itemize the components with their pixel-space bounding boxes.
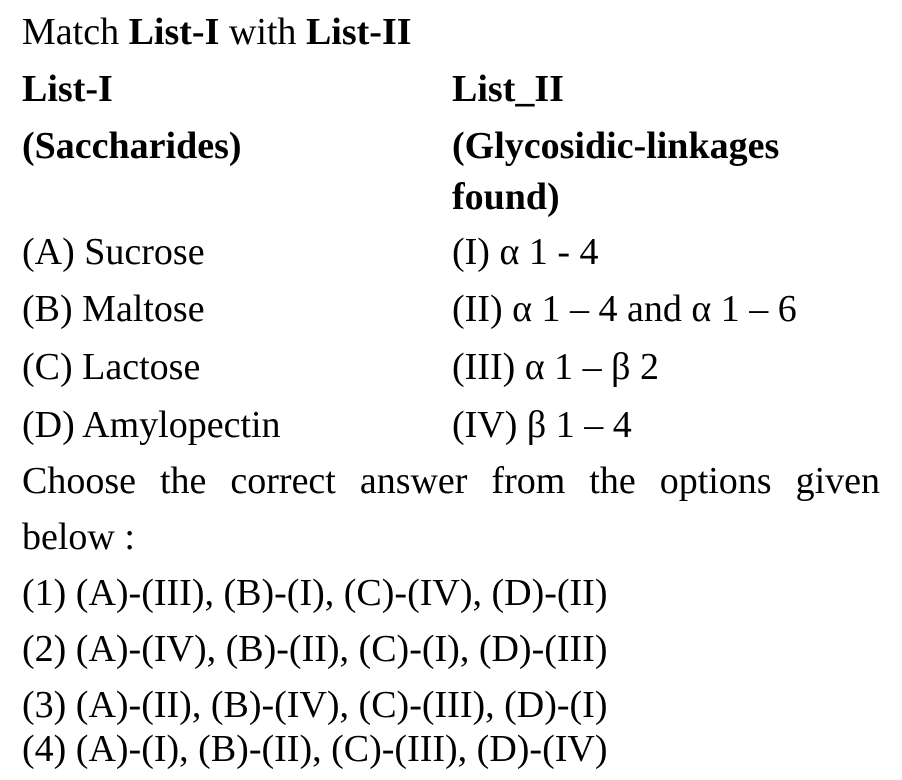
list1-item-a: (A) Sucrose bbox=[22, 231, 205, 273]
intro-match-text: Match bbox=[22, 11, 120, 53]
list2-item-iii: (III) α 1 – β 2 bbox=[452, 346, 660, 388]
instruction-line1: Choose the correct answer from the optio… bbox=[22, 460, 880, 502]
instruction-line2: below : bbox=[22, 516, 135, 558]
list2-subtitle-line2: found) bbox=[452, 176, 560, 218]
option-1[interactable]: (1) (A)-(III), (B)-(I), (C)-(IV), (D)-(I… bbox=[22, 564, 608, 622]
list1-item-c: (C) Lactose bbox=[22, 346, 201, 388]
option-2[interactable]: (2) (A)-(IV), (B)-(II), (C)-(I), (D)-(II… bbox=[22, 620, 608, 678]
list1-title: List-I bbox=[22, 68, 113, 110]
intro-with-text: with bbox=[228, 11, 297, 53]
list1-item-b: (B) Maltose bbox=[22, 288, 205, 330]
intro-list2-text: List-II bbox=[305, 11, 412, 53]
list2-title: List_II bbox=[452, 68, 564, 110]
option-4[interactable]: (4) (A)-(I), (B)-(II), (C)-(III), (D)-(I… bbox=[22, 720, 608, 778]
intro-list1-text: List-I bbox=[128, 11, 220, 53]
list1-item-d: (D) Amylopectin bbox=[22, 404, 281, 446]
list2-item-ii: (II) α 1 – 4 and α 1 – 6 bbox=[452, 288, 797, 330]
list2-item-i: (I) α 1 - 4 bbox=[452, 231, 599, 273]
question-intro: Match List-I with List-II bbox=[22, 3, 412, 61]
list2-item-iv: (IV) β 1 – 4 bbox=[452, 404, 632, 446]
list2-subtitle-line1: (Glycosidic-linkages bbox=[452, 125, 780, 167]
list1-subtitle: (Saccharides) bbox=[22, 125, 242, 167]
